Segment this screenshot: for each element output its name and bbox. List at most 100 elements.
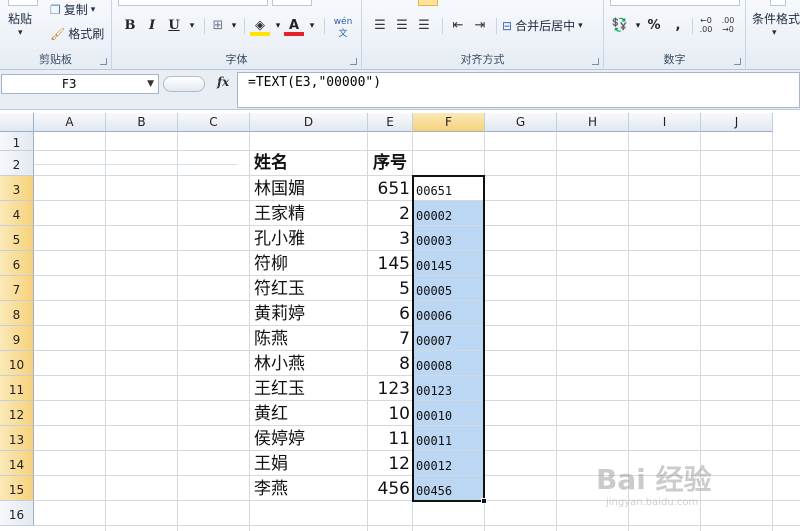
serial-cell[interactable]: 456	[368, 477, 410, 502]
serial-cell[interactable]: 3	[368, 227, 410, 252]
fill-handle[interactable]	[481, 498, 487, 504]
row-header-15[interactable]: 15	[0, 476, 34, 501]
serial-cell[interactable]: 11	[368, 427, 410, 452]
name-cell[interactable]: 黄莉婷	[254, 302, 305, 327]
row-header-7[interactable]: 7	[0, 276, 34, 301]
column-header-c[interactable]: C	[178, 113, 250, 132]
row-header-10[interactable]: 10	[0, 351, 34, 376]
align-top-button[interactable]	[418, 0, 438, 6]
name-cell[interactable]: 侯婷婷	[254, 427, 305, 452]
serial-cell[interactable]: 2	[368, 202, 410, 227]
serial-cell[interactable]: 6	[368, 302, 410, 327]
row-header-14[interactable]: 14	[0, 451, 34, 476]
select-all-corner[interactable]	[0, 113, 34, 132]
align-right-icon[interactable]: ☰	[414, 16, 434, 36]
column-header-j[interactable]: J	[701, 113, 773, 132]
name-cell[interactable]: 符红玉	[254, 277, 305, 302]
increase-indent-icon[interactable]: ⇥	[470, 16, 490, 36]
name-cell[interactable]: 王娟	[254, 452, 288, 477]
name-header-cell[interactable]: 姓名	[254, 151, 288, 176]
name-cell[interactable]: 林小燕	[254, 352, 305, 377]
row-header-4[interactable]: 4	[0, 201, 34, 226]
formula-bar-resize-handle[interactable]	[163, 76, 205, 92]
serial-cell[interactable]: 12	[368, 452, 410, 477]
column-header-b[interactable]: B	[106, 113, 178, 132]
align-left-icon[interactable]: ☰	[370, 16, 390, 36]
merge-center-button[interactable]: ⊟ 合并后居中 ▾	[502, 17, 583, 34]
font-color-dropdown-icon[interactable]: ▾	[302, 16, 322, 36]
formula-input[interactable]: =TEXT(E3,"00000")	[237, 72, 800, 108]
name-cell[interactable]: 李燕	[254, 477, 288, 502]
row-header-3[interactable]: 3	[0, 176, 34, 201]
percent-button[interactable]: %	[644, 16, 664, 36]
name-cell[interactable]: 符柳	[254, 252, 288, 277]
serial-cell[interactable]: 5	[368, 277, 410, 302]
row-header-13[interactable]: 13	[0, 426, 34, 451]
name-cell[interactable]: 王家精	[254, 202, 305, 227]
row-header-12[interactable]: 12	[0, 401, 34, 426]
name-box[interactable]: F3 ▼	[1, 74, 159, 94]
number-launcher[interactable]	[734, 58, 741, 65]
conditional-format-dropdown-icon[interactable]: ▾	[772, 28, 777, 38]
conditional-format-button[interactable]: 条件格式	[752, 10, 800, 27]
serial-cell[interactable]: 10	[368, 402, 410, 427]
align-center-icon[interactable]: ☰	[392, 16, 412, 36]
copy-button[interactable]: ❐ 复制 ▾	[50, 1, 95, 18]
paste-dropdown-icon[interactable]: ▾	[18, 28, 23, 38]
italic-button[interactable]: I	[142, 16, 162, 36]
conditional-format-icon[interactable]	[770, 0, 786, 6]
format-painter-button[interactable]: 🖌 格式刷	[50, 25, 104, 42]
column-header-a[interactable]: A	[34, 113, 106, 132]
phonetic-icon[interactable]: wén 文	[330, 16, 356, 39]
row-header-8[interactable]: 8	[0, 301, 34, 326]
clipboard-launcher[interactable]	[100, 58, 107, 65]
row-header-9[interactable]: 9	[0, 326, 34, 351]
alignment-launcher[interactable]	[592, 58, 599, 65]
font-size-box[interactable]	[272, 0, 312, 6]
underline-button[interactable]: U	[164, 16, 184, 36]
copy-dropdown-icon: ▾	[90, 4, 96, 15]
row-header-2[interactable]: 2	[0, 151, 34, 176]
serial-cell[interactable]: 651	[368, 177, 410, 202]
insert-function-button[interactable]: fx	[217, 75, 229, 89]
number-format-box[interactable]	[610, 0, 740, 6]
column-header-g[interactable]: G	[485, 113, 557, 132]
column-header-i[interactable]: I	[629, 113, 701, 132]
name-box-dropdown-icon[interactable]: ▼	[147, 75, 154, 93]
paste-icon[interactable]	[8, 0, 38, 6]
decrease-indent-icon[interactable]: ⇤	[448, 16, 468, 36]
font-launcher[interactable]	[350, 58, 357, 65]
serial-cell[interactable]: 7	[368, 327, 410, 352]
name-cell[interactable]: 孔小雅	[254, 227, 305, 252]
font-name-box[interactable]	[118, 0, 268, 6]
currency-icon[interactable]: 💱	[610, 16, 630, 36]
comma-button[interactable]: ,	[668, 16, 688, 36]
font-title: 字体	[225, 53, 248, 66]
row-header-11[interactable]: 11	[0, 376, 34, 401]
name-cell[interactable]: 黄红	[254, 402, 288, 427]
serial-cell[interactable]: 123	[368, 377, 410, 402]
paste-button[interactable]: 粘贴	[8, 10, 32, 27]
serial-header-cell[interactable]: 序号	[368, 151, 407, 176]
serial-cell[interactable]: 8	[368, 352, 410, 377]
column-header-f[interactable]: F	[413, 113, 485, 132]
bold-button[interactable]: B	[120, 16, 140, 36]
column-header-h[interactable]: H	[557, 113, 629, 132]
decrease-decimal-icon[interactable]: .00 →0	[718, 16, 738, 36]
row-header-1[interactable]: 1	[0, 132, 34, 151]
row-header-6[interactable]: 6	[0, 251, 34, 276]
border-dropdown-icon[interactable]: ▾	[224, 16, 244, 36]
column-header-e[interactable]: E	[368, 113, 413, 132]
font-color-button[interactable]: A	[284, 16, 304, 36]
row-header-16[interactable]: 16	[0, 501, 34, 526]
name-cell[interactable]: 林国媚	[254, 177, 305, 202]
increase-decimal-icon[interactable]: ←0.00	[696, 16, 716, 36]
name-cell[interactable]: 王红玉	[254, 377, 305, 402]
row-header-5[interactable]: 5	[0, 226, 34, 251]
separator	[204, 18, 205, 34]
serial-cell[interactable]: 145	[368, 252, 410, 277]
name-cell[interactable]: 陈燕	[254, 327, 288, 352]
underline-dropdown-icon[interactable]: ▾	[182, 16, 202, 36]
fill-color-icon[interactable]: ◈	[250, 16, 270, 36]
column-header-d[interactable]: D	[250, 113, 368, 132]
